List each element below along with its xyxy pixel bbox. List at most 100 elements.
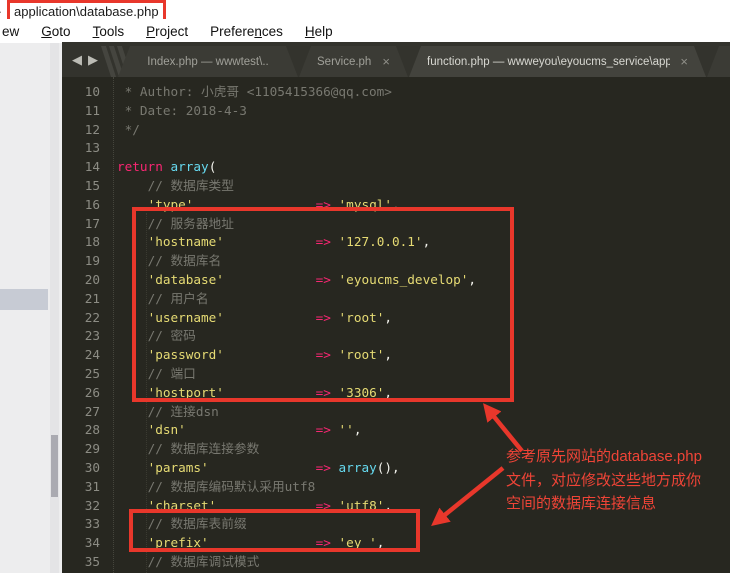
background-window-scroll-thumb-horizontal[interactable] <box>0 289 48 310</box>
code-token: // 服务器地址 <box>147 215 234 231</box>
code-token: 'username' <box>147 309 224 325</box>
code-token: , <box>384 309 393 325</box>
line-number: 18 <box>84 234 100 250</box>
menu-item-ew[interactable]: ew <box>0 24 30 39</box>
code-line: // 数据库调试模式 <box>117 553 476 572</box>
line-number: 22 <box>84 309 100 325</box>
code-line: */ <box>117 121 476 140</box>
code-token: 'charset' <box>147 497 217 513</box>
code-token: => <box>315 497 331 513</box>
line-number-gutter: 10 11 12 13 14 15 16 17 18 19 20 21 22 23 24 25 26 27 28 29… <box>62 83 100 572</box>
code-token: * Date: 2018-4-3 <box>117 102 247 118</box>
menu-item-goto[interactable]: Goto <box>30 24 81 39</box>
code-token: => <box>315 384 331 400</box>
tab-f[interactable]: F <box>707 46 730 77</box>
menu-item-tools[interactable]: Tools <box>82 24 136 39</box>
code-lines: * Author: 小虎哥 <1105415366@qq.com> * Date… <box>117 83 476 572</box>
code-line: * Author: 小虎哥 <1105415366@qq.com> <box>117 83 476 102</box>
line-number: 10 <box>84 84 100 99</box>
code-token: => <box>315 271 331 287</box>
tab-service.php[interactable]: Service.php × <box>299 46 408 77</box>
line-number: 27 <box>84 403 100 419</box>
code-token: return <box>117 159 163 175</box>
code-line: // 数据库类型 <box>117 177 476 196</box>
line-number: 25 <box>84 365 100 381</box>
annotation-note-line: 参考原先网站的database.php <box>506 448 702 465</box>
line-number: 34 <box>84 535 100 551</box>
code-line: 'type' => 'mysql', <box>117 196 476 215</box>
menubar: ew Goto Tools Project Preferences Help <box>0 19 730 43</box>
code-token: 'eyoucms_develop' <box>338 271 469 287</box>
menu-item-project[interactable]: Project <box>135 24 199 39</box>
code-token: 'root' <box>338 309 385 325</box>
tab-back-icon[interactable]: ◀ <box>72 53 82 66</box>
code-line: * Date: 2018-4-3 <box>117 102 476 121</box>
tab-index.php[interactable]: Index.php — wwwtest\.. <box>118 46 298 77</box>
line-number: 35 <box>84 553 100 569</box>
code-token: , <box>384 384 393 400</box>
tab-close-icon[interactable]: × <box>382 55 390 68</box>
background-window-scrollbar[interactable] <box>50 43 59 573</box>
menu-item-help[interactable]: Help <box>294 24 344 39</box>
code-token: // 连接dsn <box>147 403 219 419</box>
line-number: 23 <box>84 328 100 344</box>
code-token: 'mysql' <box>338 196 393 212</box>
code-token: // 数据库名 <box>147 253 222 269</box>
code-token: , <box>376 535 385 551</box>
code-token: 'root' <box>338 347 385 363</box>
line-number: 15 <box>84 177 100 193</box>
code-token: , <box>384 347 393 363</box>
annotation-note: 参考原先网站的database.php 文件，对应修改这些地方成你 空间的数据库连接… <box>506 445 730 516</box>
code-token: (), <box>376 459 400 475</box>
tab-forward-icon[interactable]: ▶ <box>88 53 98 66</box>
code-token: ( <box>208 159 217 175</box>
tab-label: function.php — wwweyou\eyoucms_service\a… <box>427 55 671 68</box>
line-number: 30 <box>84 459 100 475</box>
background-window-scroll-thumb[interactable] <box>51 435 58 497</box>
tab-label: Service.php <box>317 55 373 68</box>
background-window-panel <box>0 43 62 573</box>
code-token: // 端口 <box>147 365 196 381</box>
code-token: , <box>353 422 362 438</box>
code-token: => <box>315 196 331 212</box>
line-number: 31 <box>84 478 100 494</box>
code-line: // 数据库名 <box>117 252 476 271</box>
line-number: 26 <box>84 384 100 400</box>
annotation-note-line: 文件，对应修改这些地方成你 <box>506 471 702 489</box>
code-token: 'ey_' <box>338 535 377 551</box>
tab-nav-arrows: ◀ ▶ <box>72 42 98 77</box>
tab-close-icon[interactable]: × <box>680 55 688 68</box>
line-number: 32 <box>84 497 100 513</box>
code-line: // 密码 <box>117 327 476 346</box>
code-token: '3306' <box>338 384 385 400</box>
menu-item-preferences[interactable]: Preferences <box>199 24 294 39</box>
code-token: , <box>468 271 477 287</box>
code-token: // 数据库调试模式 <box>147 553 260 569</box>
tab-function.php[interactable]: function.php — wwweyou\eyoucms_service\a… <box>409 46 706 77</box>
line-number: 12 <box>84 121 100 137</box>
